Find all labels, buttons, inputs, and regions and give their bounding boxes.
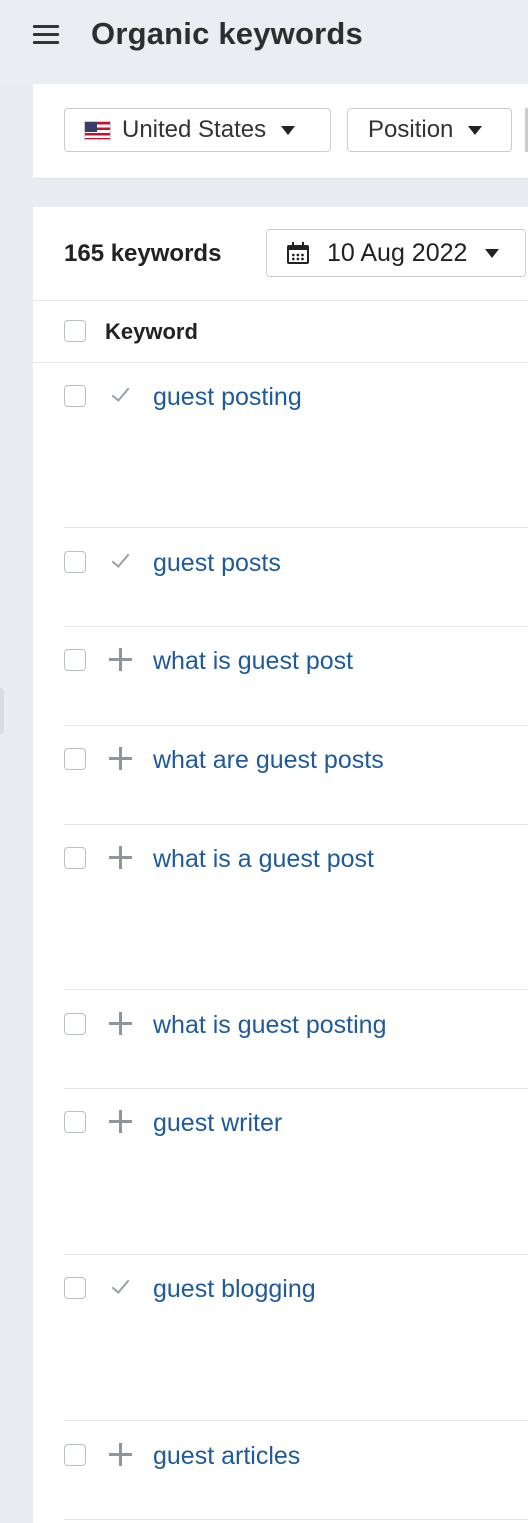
menu-icon[interactable] [33, 25, 59, 45]
row-divider [64, 989, 528, 990]
table-row: guest writer [33, 1103, 528, 1143]
position-label: Position [368, 116, 454, 143]
date-dropdown[interactable]: 10 Aug 2022 [266, 229, 526, 277]
keyword-link[interactable]: what is guest posting [153, 1011, 386, 1040]
chevron-down-icon [281, 125, 296, 135]
row-checkbox[interactable] [64, 1111, 86, 1133]
plus-icon[interactable] [108, 746, 134, 772]
plus-icon[interactable] [108, 1442, 134, 1468]
row-divider [64, 1254, 528, 1255]
row-divider [64, 1420, 528, 1421]
table-row: what is a guest post [33, 839, 528, 879]
chevron-down-icon [468, 125, 483, 135]
plus-icon[interactable] [108, 647, 134, 673]
country-label: United States [122, 116, 267, 143]
date-label: 10 Aug 2022 [327, 238, 468, 267]
plus-icon[interactable] [108, 1109, 134, 1135]
plus-icon[interactable] [108, 845, 134, 871]
table-row: what is guest posting [33, 1005, 528, 1045]
table-row: guest posting [33, 377, 528, 417]
row-checkbox[interactable] [64, 1013, 86, 1035]
divider [33, 300, 528, 301]
row-checkbox[interactable] [64, 649, 86, 671]
row-divider [64, 626, 528, 627]
keywords-table: 165 keywords 10 Aug 2022 Keyword guest p… [33, 207, 528, 1523]
select-all-checkbox[interactable] [64, 320, 86, 342]
row-checkbox[interactable] [64, 551, 86, 573]
row-divider [64, 1088, 528, 1089]
plus-icon[interactable] [108, 1011, 134, 1037]
row-divider [64, 527, 528, 528]
chevron-down-icon [485, 248, 500, 258]
page-title: Organic keywords [91, 16, 363, 51]
checkmark-icon[interactable] [108, 549, 134, 575]
position-dropdown[interactable]: Position [347, 108, 512, 152]
country-dropdown[interactable]: United States [64, 108, 331, 152]
keyword-link[interactable]: guest writer [153, 1109, 282, 1138]
top-bar: Organic keywords [0, 0, 528, 84]
row-divider [64, 725, 528, 726]
header-divider [33, 362, 528, 363]
table-row: what are guest posts [33, 740, 528, 780]
column-header-keyword[interactable]: Keyword [105, 319, 198, 345]
keyword-count: 165 keywords [64, 240, 222, 267]
keyword-link[interactable]: guest blogging [153, 1275, 316, 1304]
keyword-link[interactable]: what is guest post [153, 647, 353, 676]
us-flag-icon [84, 120, 111, 140]
table-row: what is guest post [33, 641, 528, 681]
keyword-link[interactable]: what is a guest post [153, 845, 374, 874]
filter-bar: United States Position [33, 84, 528, 179]
table-row: guest posts [33, 543, 528, 583]
row-checkbox[interactable] [64, 385, 86, 407]
table-row: guest articles [33, 1436, 528, 1476]
row-divider [64, 824, 528, 825]
row-checkbox[interactable] [64, 1277, 86, 1299]
checkmark-icon[interactable] [108, 1275, 134, 1301]
keyword-link[interactable]: guest posts [153, 549, 281, 578]
row-checkbox[interactable] [64, 847, 86, 869]
row-divider [64, 1519, 528, 1520]
checkmark-icon[interactable] [108, 383, 134, 409]
keyword-link[interactable]: guest articles [153, 1442, 300, 1471]
keyword-link[interactable]: guest posting [153, 383, 302, 412]
row-checkbox[interactable] [64, 1444, 86, 1466]
keyword-link[interactable]: what are guest posts [153, 746, 384, 775]
sidebar-collapse-handle[interactable] [0, 688, 4, 734]
row-checkbox[interactable] [64, 748, 86, 770]
calendar-icon [287, 242, 309, 264]
table-row: guest blogging [33, 1269, 528, 1309]
